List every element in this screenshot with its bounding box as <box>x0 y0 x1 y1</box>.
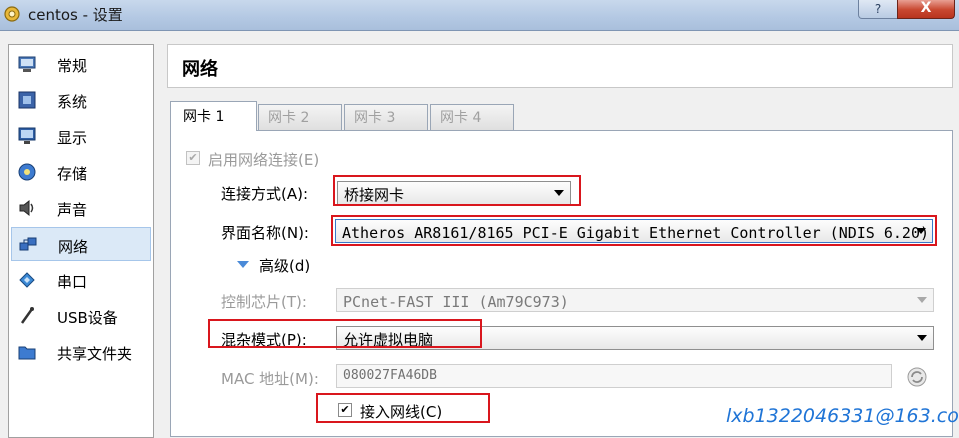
adapter-type-label: 控制芯片(T): <box>221 293 307 311</box>
sidebar-item-audio[interactable]: 声音 <box>11 191 151 225</box>
highlight-box <box>208 319 482 348</box>
mac-address-label: MAC 地址(M): <box>221 370 319 388</box>
watermark-text: lxb1322046331@163.com <box>726 405 959 427</box>
tab-adapter-3[interactable]: 网卡 3 <box>344 104 428 130</box>
tab-adapter-2[interactable]: 网卡 2 <box>258 104 342 130</box>
interface-name-label: 界面名称(N): <box>221 224 309 242</box>
attached-to-label: 连接方式(A): <box>221 185 309 203</box>
sidebar-item-network[interactable]: 网络 <box>11 227 151 261</box>
expand-toggle-icon[interactable] <box>237 261 249 268</box>
page-title: 网络 <box>182 59 218 80</box>
enable-adapter-checkbox[interactable]: ✔ <box>186 151 200 165</box>
shared-folder-icon <box>18 346 36 360</box>
sidebar-item-shared-folders[interactable]: 共享文件夹 <box>11 335 151 369</box>
chevron-down-icon <box>917 335 927 341</box>
tab-adapter-1[interactable]: 网卡 1 <box>170 101 257 131</box>
chevron-down-icon <box>917 297 927 303</box>
usb-icon <box>20 307 34 324</box>
sidebar-item-storage[interactable]: 存储 <box>11 155 151 189</box>
close-button[interactable]: X <box>897 0 955 19</box>
general-icon <box>18 56 36 72</box>
enable-adapter-label: 启用网络连接(E) <box>208 151 320 169</box>
sidebar-item-general[interactable]: 常规 <box>11 47 151 81</box>
refresh-icon[interactable] <box>906 366 928 388</box>
mac-address-field[interactable]: 080027FA46DB <box>336 364 892 388</box>
settings-sidebar: 常规 系统 显示 存储 声音 网络 串口 USB设备 共享文件夹 <box>8 44 154 438</box>
adapter-type-select[interactable]: PCnet-FAST III (Am79C973) <box>336 288 934 312</box>
serial-port-icon <box>19 272 35 288</box>
sidebar-item-usb[interactable]: USB设备 <box>11 299 151 333</box>
sidebar-item-serial-port[interactable]: 串口 <box>11 263 151 297</box>
highlight-box <box>316 393 490 423</box>
storage-icon <box>18 163 36 181</box>
highlight-box <box>331 215 937 246</box>
tab-adapter-4[interactable]: 网卡 4 <box>430 104 514 130</box>
gear-icon <box>4 6 20 22</box>
network-icon <box>19 237 37 251</box>
help-button[interactable]: ? <box>858 0 898 19</box>
page-header: 网络 <box>167 44 953 88</box>
display-icon <box>18 127 36 144</box>
title-bar: centos - 设置 ? X <box>0 0 959 31</box>
sidebar-item-system[interactable]: 系统 <box>11 83 151 117</box>
highlight-box <box>333 175 581 206</box>
sidebar-item-display[interactable]: 显示 <box>11 119 151 153</box>
audio-icon <box>19 199 34 217</box>
window-title: centos - 设置 <box>28 6 123 24</box>
system-icon <box>18 91 36 109</box>
advanced-label[interactable]: 高级(d) <box>259 255 310 276</box>
